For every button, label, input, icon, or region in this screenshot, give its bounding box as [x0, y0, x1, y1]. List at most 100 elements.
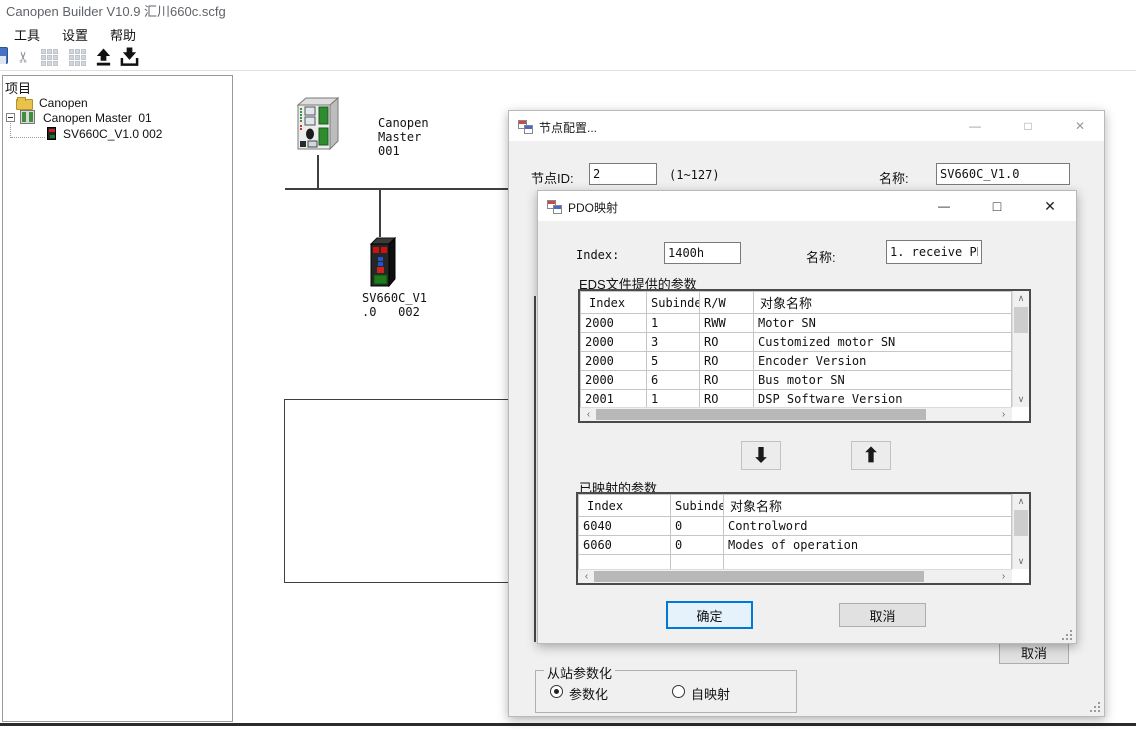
- pdo-index-label: Index:: [576, 248, 619, 262]
- map-down-button[interactable]: ⬇: [741, 441, 781, 470]
- pdo-index-input[interactable]: [664, 242, 741, 264]
- table-cell: RO: [700, 333, 754, 352]
- col-header-rw[interactable]: R/W: [700, 292, 754, 314]
- scroll-up-icon[interactable]: ∧: [1013, 291, 1029, 306]
- scrollbar-thumb[interactable]: [596, 409, 926, 420]
- menu-tools[interactable]: 工具: [10, 23, 44, 46]
- table-cell: 0: [671, 517, 724, 536]
- pdo-mapping-dialog: PDO映射 — □ ✕ Index: 名称: EDS文件提供的参数 Index …: [537, 190, 1077, 644]
- close-icon[interactable]: ✕: [1059, 111, 1101, 141]
- close-icon[interactable]: ✕: [1029, 191, 1071, 221]
- radio-selfmap-label[interactable]: 自映射: [691, 684, 730, 703]
- maximize-icon[interactable]: □: [976, 191, 1018, 221]
- paste-icon[interactable]: [66, 46, 88, 68]
- table-cell: 2000: [581, 352, 647, 371]
- node-dialog-titlebar[interactable]: 节点配置... — □ ✕: [509, 111, 1104, 141]
- table-cell: 5: [647, 352, 700, 371]
- menu-settings[interactable]: 设置: [58, 23, 92, 46]
- table-cell: 6: [647, 371, 700, 390]
- master-device-icon: [20, 110, 35, 124]
- pdo-dialog-titlebar[interactable]: PDO映射 — □ ✕: [538, 191, 1076, 221]
- download-icon[interactable]: [118, 46, 140, 68]
- scroll-left-icon[interactable]: ‹: [579, 570, 594, 583]
- scrollbar-thumb[interactable]: [594, 571, 924, 582]
- table-cell: RO: [700, 352, 754, 371]
- col-header-subindex[interactable]: Subinde: [671, 495, 724, 517]
- node-name-input[interactable]: [936, 163, 1070, 185]
- horizontal-scrollbar[interactable]: ‹ ›: [580, 407, 1012, 421]
- table-cell: RWW: [700, 314, 754, 333]
- radio-parameterize[interactable]: [550, 685, 563, 698]
- slave-param-group-label: 从站参数化: [544, 663, 615, 682]
- scroll-down-icon[interactable]: ∨: [1013, 392, 1029, 407]
- scrollbar-thumb[interactable]: [1014, 307, 1028, 333]
- scroll-left-icon[interactable]: ‹: [581, 408, 596, 421]
- resize-grip[interactable]: [1062, 630, 1072, 640]
- vertical-scrollbar[interactable]: ∧ ∨: [1012, 494, 1029, 569]
- scrollbar-thumb[interactable]: [1014, 510, 1028, 536]
- project-tree-panel: 项目 Canopen Canopen Master 01 SV660C_V1.0…: [2, 75, 233, 722]
- unmap-up-button[interactable]: ⬆: [851, 441, 891, 470]
- minimize-icon[interactable]: —: [954, 111, 996, 141]
- upload-icon[interactable]: [92, 46, 114, 68]
- slave-device-icon: [47, 127, 56, 140]
- table-row[interactable]: 60600Modes of operation: [579, 536, 1012, 555]
- col-header-object-name[interactable]: 对象名称: [724, 495, 1012, 517]
- table-cell: 3: [647, 333, 700, 352]
- table-cell: 2000: [581, 371, 647, 390]
- folder-icon: [16, 99, 33, 110]
- col-header-index[interactable]: Index: [579, 495, 671, 517]
- vertical-scrollbar[interactable]: ∧ ∨: [1012, 291, 1029, 407]
- menu-help[interactable]: 帮助: [106, 23, 140, 46]
- maximize-icon[interactable]: □: [1007, 111, 1049, 141]
- table-cell: Controlword: [724, 517, 1012, 536]
- node-id-label: 节点ID:: [531, 168, 574, 187]
- sv660c-drive-icon[interactable]: [365, 237, 399, 289]
- table-cell: 1: [647, 314, 700, 333]
- col-header-index[interactable]: Index: [581, 292, 647, 314]
- tree-item-canopen[interactable]: Canopen: [39, 96, 88, 110]
- cancel-button[interactable]: 取消: [839, 603, 926, 627]
- table-row[interactable]: 20005ROEncoder Version: [581, 352, 1012, 371]
- table-row[interactable]: 20003ROCustomized motor SN: [581, 333, 1012, 352]
- scroll-down-icon[interactable]: ∨: [1013, 554, 1029, 569]
- table-cell: Customized motor SN: [754, 333, 1012, 352]
- table-cell: DSP Software Version: [754, 390, 1012, 409]
- tree-item-master[interactable]: Canopen Master 01: [43, 111, 152, 125]
- tree-expander-icon[interactable]: [6, 113, 15, 122]
- copy-icon[interactable]: [38, 46, 60, 68]
- horizontal-scrollbar[interactable]: ‹ ›: [578, 569, 1012, 583]
- bus-drop-line-master: [317, 155, 319, 188]
- slave-canvas-label: SV660C_V1.0 002: [362, 291, 427, 319]
- minimize-icon[interactable]: —: [923, 191, 965, 221]
- table-row[interactable]: 60400Controlword: [579, 517, 1012, 536]
- node-name-label: 名称:: [879, 168, 909, 187]
- table-cell: Modes of operation: [724, 536, 1012, 555]
- table-row[interactable]: 20006ROBus motor SN: [581, 371, 1012, 390]
- bus-line: [285, 188, 509, 190]
- col-header-subindex[interactable]: Subinde: [647, 292, 700, 314]
- ok-button[interactable]: 确定: [666, 601, 753, 629]
- radio-parameterize-label[interactable]: 参数化: [569, 684, 608, 703]
- node-id-input[interactable]: [589, 163, 657, 185]
- node-id-range: (1~127): [669, 168, 720, 182]
- scroll-up-icon[interactable]: ∧: [1013, 494, 1029, 509]
- table-cell: Motor SN: [754, 314, 1012, 333]
- resize-grip[interactable]: [1090, 702, 1100, 712]
- canopen-master-icon[interactable]: [288, 96, 340, 156]
- tree-item-slave[interactable]: SV660C_V1.0 002: [63, 127, 162, 141]
- pdo-name-input[interactable]: [886, 240, 982, 264]
- radio-selfmap[interactable]: [672, 685, 685, 698]
- scroll-right-icon[interactable]: ›: [996, 408, 1011, 421]
- table-cell: 6040: [579, 517, 671, 536]
- table-cell: RO: [700, 371, 754, 390]
- col-header-object-name[interactable]: 对象名称: [754, 292, 1012, 314]
- table-row[interactable]: 20001RWWMotor SN: [581, 314, 1012, 333]
- status-divider: [0, 723, 1136, 726]
- table-row[interactable]: 20011RODSP Software Version: [581, 390, 1012, 409]
- save-icon[interactable]: [0, 47, 8, 64]
- node-dialog-title: 节点配置...: [539, 119, 597, 136]
- cut-icon[interactable]: ✂: [12, 46, 34, 68]
- node-cancel-button[interactable]: 取消: [999, 641, 1069, 664]
- scroll-right-icon[interactable]: ›: [996, 570, 1011, 583]
